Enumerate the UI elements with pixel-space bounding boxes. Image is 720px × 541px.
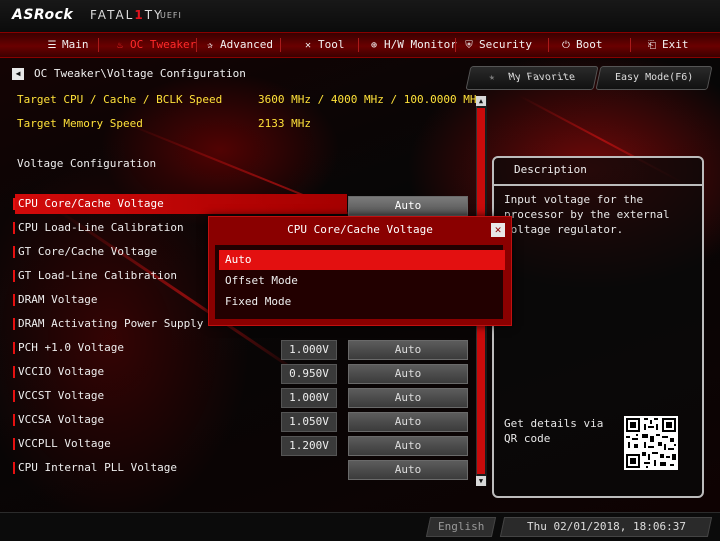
- star-icon: ★: [487, 72, 496, 83]
- nav-divider: [455, 38, 456, 52]
- description-title: Description: [514, 163, 587, 176]
- qr-code-icon: [624, 416, 678, 470]
- target-cpu-value: 3600 MHz / 4000 MHz / 100.0000 MHz: [258, 93, 484, 106]
- option-dropdown[interactable]: Auto: [348, 196, 468, 216]
- easy-mode-button[interactable]: Easy Mode(F6): [595, 66, 713, 90]
- row-marker: [13, 342, 15, 354]
- fatality-logo: FATAL1TY: [90, 8, 164, 22]
- nav-divider: [630, 38, 631, 52]
- option-dropdown[interactable]: Auto: [348, 388, 468, 408]
- row-marker: [13, 414, 15, 426]
- row-marker: [13, 462, 15, 474]
- option-dropdown[interactable]: Auto: [348, 412, 468, 432]
- setting-label: PCH +1.0 Voltage: [18, 341, 124, 354]
- brand-bar: ASRock FATAL1TY UEFI: [0, 0, 720, 32]
- setting-label: VCCIO Voltage: [18, 365, 105, 378]
- option-dropdown[interactable]: Auto: [348, 436, 468, 456]
- star-icon: ✰: [206, 40, 214, 51]
- description-panel: Description Input voltage for the proces…: [492, 156, 704, 498]
- option-dropdown[interactable]: Auto: [348, 460, 468, 480]
- setting-label: GT Load-Line Calibration: [18, 269, 177, 282]
- tab-main[interactable]: ☰ Main: [46, 33, 89, 57]
- nav-divider: [98, 38, 99, 52]
- setting-label: DRAM Activating Power Supply: [18, 317, 204, 330]
- flame-icon: ♨: [116, 40, 124, 51]
- setting-label: CPU Load-Line Calibration: [18, 221, 184, 234]
- setting-label: DRAM Voltage: [18, 293, 98, 306]
- row-marker: [13, 366, 15, 378]
- row-marker: [13, 438, 15, 450]
- option-offset-mode[interactable]: Offset Mode: [219, 271, 505, 291]
- section-title: Voltage Configuration: [17, 157, 157, 170]
- target-memory-value: 2133 MHz: [258, 117, 311, 130]
- option-popup: CPU Core/Cache Voltage ✕ Auto Offset Mod…: [208, 216, 512, 326]
- nav-divider: [280, 38, 281, 52]
- shield-icon: ⛨: [465, 40, 473, 51]
- monitor-icon: ⊕: [370, 40, 378, 51]
- back-arrow-icon[interactable]: ◀: [12, 68, 24, 80]
- tab-advanced[interactable]: ✰ Advanced: [204, 33, 273, 57]
- setting-label: CPU Core/Cache Voltage: [18, 197, 164, 210]
- setting-pch-1-0-voltage[interactable]: PCH +1.0 Voltage 1.000V Auto: [13, 338, 475, 360]
- row-marker: [13, 246, 15, 258]
- nav-divider: [196, 38, 197, 52]
- voltage-value[interactable]: 1.050V: [281, 412, 337, 432]
- breadcrumb: ◀ OC Tweaker\Voltage Configuration: [12, 67, 246, 81]
- tab-security[interactable]: ⛨ Security: [463, 33, 532, 57]
- tab-hw-monitor[interactable]: ⊕ H/W Monitor: [368, 33, 457, 57]
- description-header: Description: [494, 158, 702, 186]
- popup-options: Auto Offset Mode Fixed Mode: [215, 245, 505, 319]
- target-memory-label: Target Memory Speed: [17, 117, 143, 130]
- scroll-up-arrow-icon[interactable]: ▲: [476, 96, 486, 106]
- voltage-value[interactable]: 0.950V: [281, 364, 337, 384]
- tab-tool[interactable]: ✕ Tool: [302, 33, 345, 57]
- option-auto[interactable]: Auto: [219, 250, 505, 270]
- voltage-value[interactable]: 1.200V: [281, 436, 337, 456]
- setting-vccpll-voltage[interactable]: VCCPLL Voltage 1.200V Auto: [13, 434, 475, 456]
- setting-vccio-voltage[interactable]: VCCIO Voltage 0.950V Auto: [13, 362, 475, 384]
- nav-divider: [358, 38, 359, 52]
- my-favorite-button[interactable]: ★ My Favorite: [465, 66, 599, 90]
- option-dropdown[interactable]: Auto: [348, 340, 468, 360]
- close-icon[interactable]: ✕: [491, 223, 505, 237]
- setting-label: VCCPLL Voltage: [18, 437, 111, 450]
- setting-label: CPU Internal PLL Voltage: [18, 461, 177, 474]
- qr-label: Get details via QR code: [504, 417, 604, 445]
- popup-title: CPU Core/Cache Voltage: [287, 223, 433, 236]
- asrock-logo: ASRock: [12, 7, 74, 23]
- power-icon: ⏻: [562, 40, 570, 51]
- setting-label: VCCSA Voltage: [18, 413, 105, 426]
- nav-divider: [548, 38, 549, 52]
- row-marker: [13, 318, 15, 330]
- row-marker: [13, 198, 15, 210]
- breadcrumb-path: OC Tweaker\Voltage Configuration: [34, 67, 246, 80]
- row-marker: [13, 294, 15, 306]
- option-fixed-mode[interactable]: Fixed Mode: [219, 292, 505, 312]
- exit-icon: ⎗: [648, 40, 656, 51]
- setting-label: GT Core/Cache Voltage: [18, 245, 158, 258]
- description-text: Input voltage for the processor by the e…: [504, 193, 670, 236]
- list-icon: ☰: [47, 40, 57, 51]
- setting-vccst-voltage[interactable]: VCCST Voltage 1.000V Auto: [13, 386, 475, 408]
- tab-boot[interactable]: ⏻ Boot: [560, 33, 602, 57]
- datetime-display: Thu 02/01/2018, 18:06:37: [499, 517, 713, 537]
- option-dropdown[interactable]: Auto: [348, 364, 468, 384]
- main-nav: ☰ Main ♨ OC Tweaker ✰ Advanced ✕ Tool ⊕ H/W M…: [0, 32, 720, 58]
- voltage-value[interactable]: 1.000V: [281, 340, 337, 360]
- setting-vccsa-voltage[interactable]: VCCSA Voltage 1.050V Auto: [13, 410, 475, 432]
- setting-label: VCCST Voltage: [18, 389, 105, 402]
- row-marker: [13, 390, 15, 402]
- tab-oc-tweaker[interactable]: ♨ OC Tweaker: [114, 33, 196, 57]
- language-button[interactable]: English: [425, 517, 497, 537]
- setting-cpu-core-cache-voltage[interactable]: CPU Core/Cache Voltage Auto: [13, 194, 475, 216]
- voltage-value[interactable]: 1.000V: [281, 388, 337, 408]
- row-marker: [13, 222, 15, 234]
- scroll-down-arrow-icon[interactable]: ▼: [476, 476, 486, 486]
- row-marker: [13, 270, 15, 282]
- setting-cpu-internal-pll-voltage[interactable]: CPU Internal PLL Voltage Auto: [13, 458, 475, 480]
- tool-icon: ✕: [304, 40, 312, 51]
- uefi-label: UEFI: [160, 11, 182, 20]
- target-cpu-label: Target CPU / Cache / BCLK Speed: [17, 93, 223, 106]
- tab-exit[interactable]: ⎗ Exit: [646, 33, 689, 57]
